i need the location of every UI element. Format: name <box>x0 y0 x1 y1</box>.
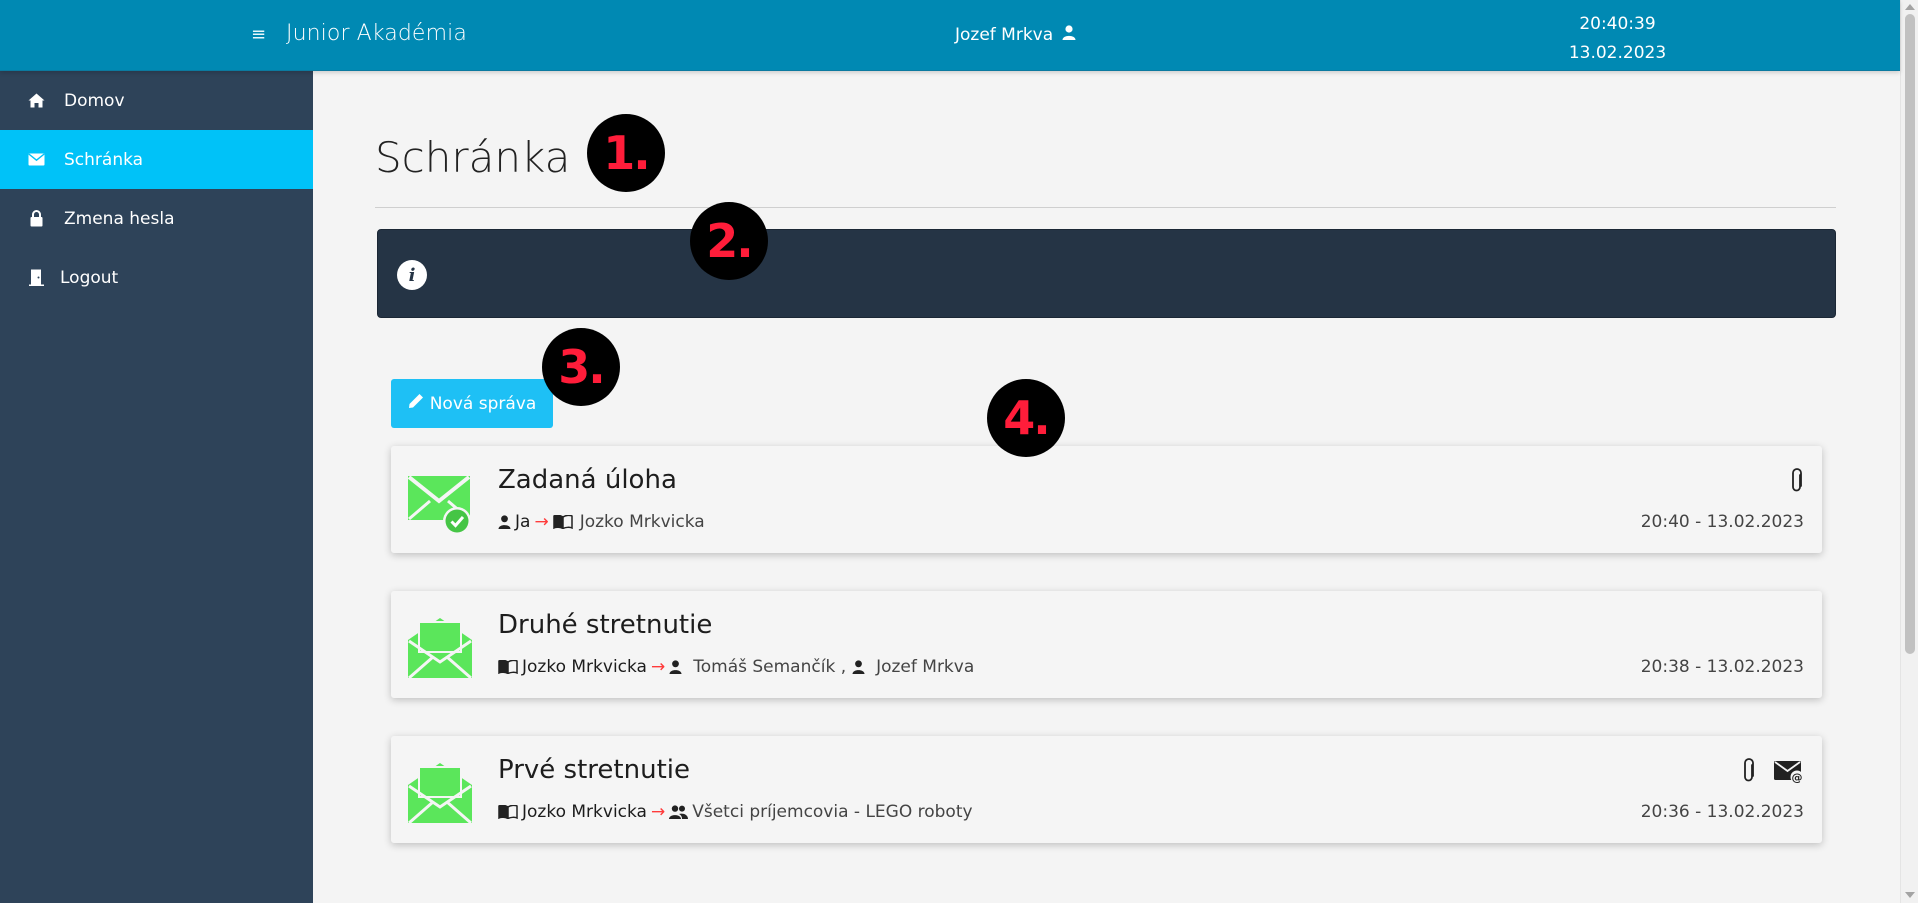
open-envelope-icon <box>408 616 472 680</box>
book-icon <box>498 660 518 674</box>
page-title: Schránka <box>375 133 571 182</box>
svg-text:@: @ <box>1792 771 1803 784</box>
sidebar-item-label: Schránka <box>64 149 144 170</box>
message-item[interactable]: Zadaná úloha Ja → Jozko Mrkvicka 20:40 -… <box>391 446 1822 553</box>
annotation-badge-1: 1. <box>587 114 665 192</box>
annotation-badge-4: 4. <box>987 379 1065 457</box>
scroll-thumb[interactable] <box>1905 14 1915 654</box>
clock-date: 13.02.2023 <box>1568 43 1667 63</box>
message-recipient: Tomáš Semančík , <box>693 657 847 677</box>
page-scrollbar[interactable] <box>1900 0 1918 903</box>
message-item[interactable]: Prvé stretnutie Jozko Mrkvicka → Všetci … <box>391 736 1822 843</box>
book-icon <box>552 515 573 529</box>
door-icon <box>26 269 46 286</box>
scroll-down-arrow-icon[interactable] <box>1905 892 1915 898</box>
message-sender: Ja <box>515 512 531 532</box>
message-route: Ja → Jozko Mrkvicka <box>498 512 705 532</box>
sidebar: Domov Schránka Zmena hesla Logout <box>0 71 313 903</box>
paperclip-icon <box>1742 758 1756 788</box>
top-header: ≡ Junior Akadémia Jozef Mrkva 20:40:39 1… <box>0 0 1900 71</box>
user-menu[interactable]: Jozef Mrkva <box>955 25 1076 45</box>
message-recipient: Jozef Mrkva <box>876 657 975 677</box>
message-recipient: Všetci príjemcovia - LEGO roboty <box>692 802 973 822</box>
person-icon <box>498 515 511 529</box>
sidebar-item-logout[interactable]: Logout <box>0 248 313 307</box>
book-icon <box>498 805 518 819</box>
annotation-badge-2: 2. <box>690 202 768 280</box>
sidebar-item-schranka[interactable]: Schránka <box>0 130 313 189</box>
message-flags: @ <box>1742 758 1804 788</box>
sidebar-item-domov[interactable]: Domov <box>0 71 313 130</box>
brand-title[interactable]: Junior Akadémia <box>286 21 467 46</box>
info-box: i <box>377 229 1836 318</box>
message-time: 20:36 - 13.02.2023 <box>1640 802 1804 822</box>
lock-icon <box>26 210 46 227</box>
arrow-right-icon: → <box>650 657 666 677</box>
message-sender: Jozko Mrkvicka <box>522 657 647 677</box>
clock: 20:40:39 13.02.2023 <box>1560 10 1675 68</box>
scroll-up-arrow-icon[interactable] <box>1905 4 1915 10</box>
message-subject: Prvé stretnutie <box>498 755 690 785</box>
message-route: Jozko Mrkvicka → Všetci príjemcovia - LE… <box>498 802 973 822</box>
arrow-right-icon: → <box>534 512 549 532</box>
sidebar-item-label: Zmena hesla <box>64 208 175 229</box>
email-forward-icon: @ <box>1774 758 1804 788</box>
sidebar-item-zmena-hesla[interactable]: Zmena hesla <box>0 189 313 248</box>
message-time: 20:38 - 13.02.2023 <box>1640 657 1804 677</box>
info-icon: i <box>397 260 427 290</box>
message-recipient: Jozko Mrkvicka <box>579 512 705 532</box>
group-icon <box>669 805 689 819</box>
sent-envelope-icon <box>407 471 472 535</box>
open-envelope-icon <box>408 761 472 825</box>
person-icon <box>852 660 865 674</box>
message-subject: Druhé stretnutie <box>498 610 713 640</box>
pencil-icon <box>408 393 424 414</box>
user-name: Jozef Mrkva <box>955 25 1054 45</box>
person-icon <box>669 660 682 674</box>
hamburger-menu-icon[interactable]: ≡ <box>251 24 266 45</box>
message-flags <box>1790 468 1804 498</box>
new-message-label: Nová správa <box>429 393 537 414</box>
message-route: Jozko Mrkvicka → Tomáš Semančík , Jozef … <box>498 657 974 677</box>
message-subject: Zadaná úloha <box>498 465 677 495</box>
annotation-badge-3: 3. <box>542 328 620 406</box>
paperclip-icon <box>1790 468 1804 498</box>
title-divider <box>375 207 1836 208</box>
message-item[interactable]: Druhé stretnutie Jozko Mrkvicka → Tomáš … <box>391 591 1822 698</box>
sidebar-item-label: Domov <box>64 90 125 111</box>
clock-time: 20:40:39 <box>1579 14 1656 34</box>
sidebar-item-label: Logout <box>60 267 119 288</box>
arrow-right-icon: → <box>650 802 666 822</box>
envelope-icon <box>26 153 46 166</box>
message-sender: Jozko Mrkvicka <box>522 802 647 822</box>
home-icon <box>26 93 46 108</box>
new-message-button[interactable]: Nová správa <box>391 379 553 428</box>
message-time: 20:40 - 13.02.2023 <box>1640 512 1804 532</box>
user-icon <box>1062 25 1076 45</box>
